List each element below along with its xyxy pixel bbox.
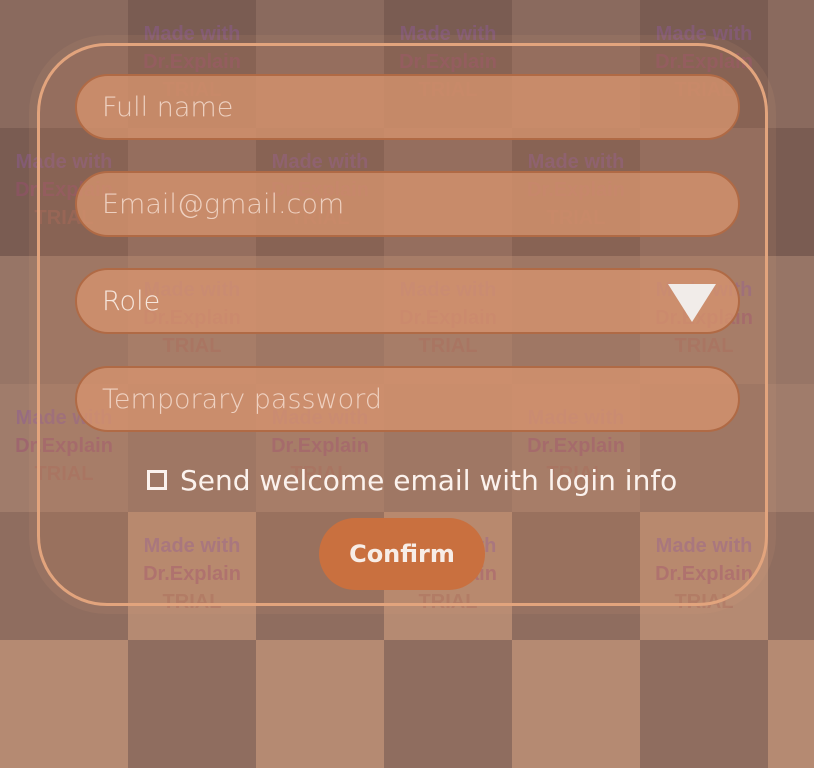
email-input[interactable] bbox=[77, 173, 738, 235]
role-select-value[interactable]: Role bbox=[77, 270, 738, 332]
full-name-input[interactable] bbox=[77, 76, 738, 138]
send-welcome-email-checkbox[interactable] bbox=[147, 470, 167, 490]
temporary-password-field[interactable] bbox=[75, 366, 740, 432]
temporary-password-input[interactable] bbox=[77, 368, 738, 430]
email-field[interactable] bbox=[75, 171, 740, 237]
role-select[interactable]: Role bbox=[75, 268, 740, 334]
full-name-field[interactable] bbox=[75, 74, 740, 140]
send-welcome-email-label[interactable]: Send welcome email with login info bbox=[180, 464, 677, 497]
confirm-button[interactable]: Confirm bbox=[319, 518, 485, 590]
send-welcome-email-option[interactable]: Send welcome email with login info bbox=[147, 460, 677, 500]
triangle-down-icon[interactable] bbox=[668, 284, 716, 322]
